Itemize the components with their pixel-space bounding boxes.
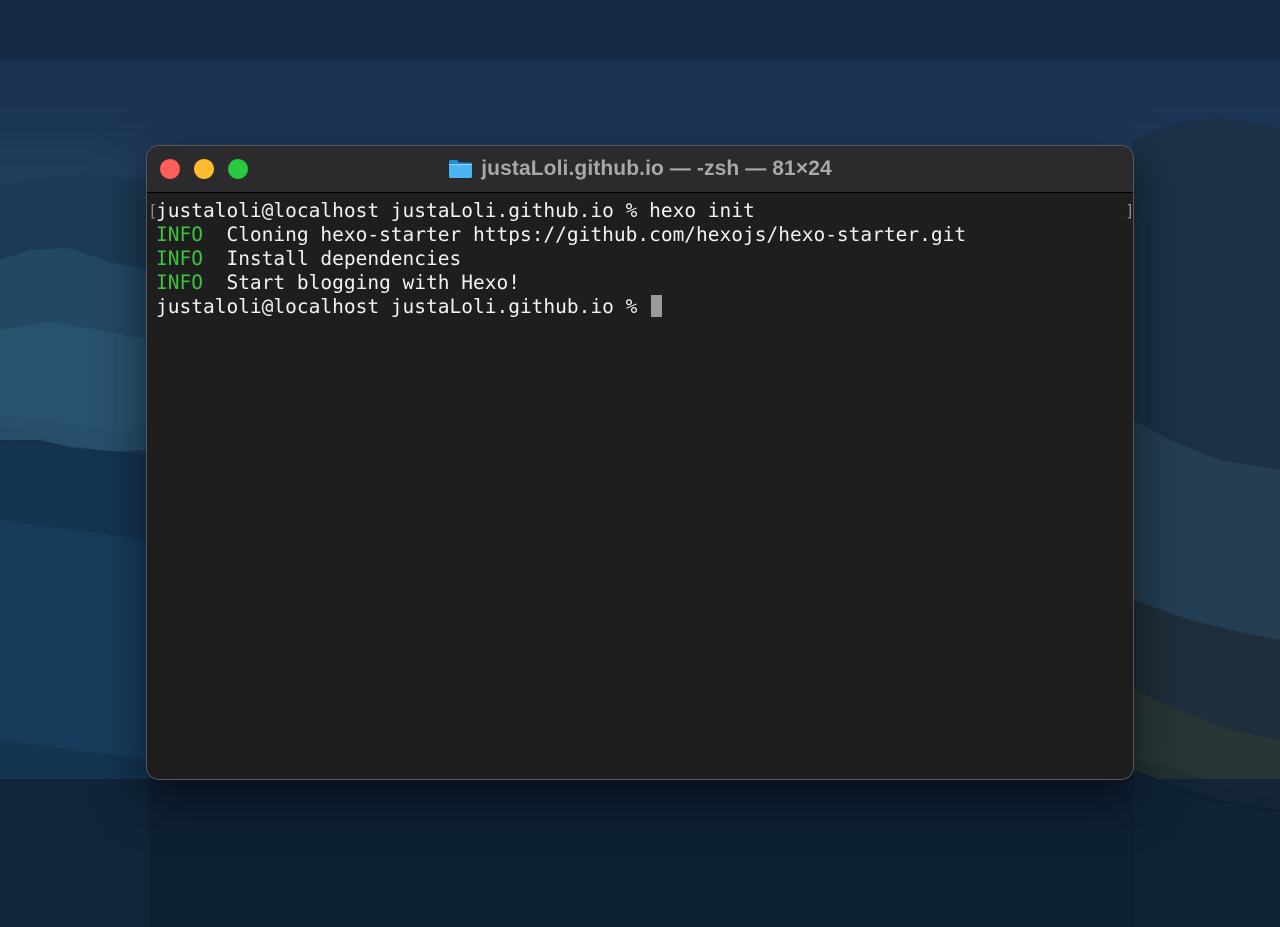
current-prompt-line[interactable]: justaloli@localhost justaLoli.github.io … <box>156 295 663 319</box>
output-text: Start blogging with Hexo! <box>202 271 520 294</box>
info-tag: INFO <box>156 271 203 294</box>
output-line: INFO Cloning hexo-starter https://github… <box>156 223 966 247</box>
info-tag: INFO <box>156 223 203 246</box>
output-text: Cloning hexo-starter https://github.com/… <box>202 223 967 246</box>
window-title: justaLoli.github.io — -zsh — 81×24 <box>481 157 832 180</box>
current-prompt: justaloli@localhost justaLoli.github.io … <box>156 295 650 318</box>
output-line: INFO Install dependencies <box>156 247 461 271</box>
text-cursor <box>651 295 663 317</box>
command-text: hexo init <box>649 199 755 222</box>
folder-icon <box>448 159 473 179</box>
window-title-area: justaLoli.github.io — -zsh — 81×24 <box>147 146 1133 192</box>
terminal-content[interactable]: [ ] justaloli@localhost justaLoli.github… <box>147 193 1133 779</box>
terminal-window[interactable]: justaLoli.github.io — -zsh — 81×24 [ ] j… <box>147 146 1133 779</box>
output-text: Install dependencies <box>202 247 462 270</box>
output-line: INFO Start blogging with Hexo! <box>156 271 520 295</box>
command-line: justaloli@localhost justaLoli.github.io … <box>156 199 755 223</box>
window-titlebar[interactable]: justaLoli.github.io — -zsh — 81×24 <box>147 146 1133 193</box>
mark-bracket-close: ] <box>1125 199 1133 223</box>
prompt-text: justaloli@localhost justaLoli.github.io … <box>156 199 650 222</box>
info-tag: INFO <box>156 247 203 270</box>
